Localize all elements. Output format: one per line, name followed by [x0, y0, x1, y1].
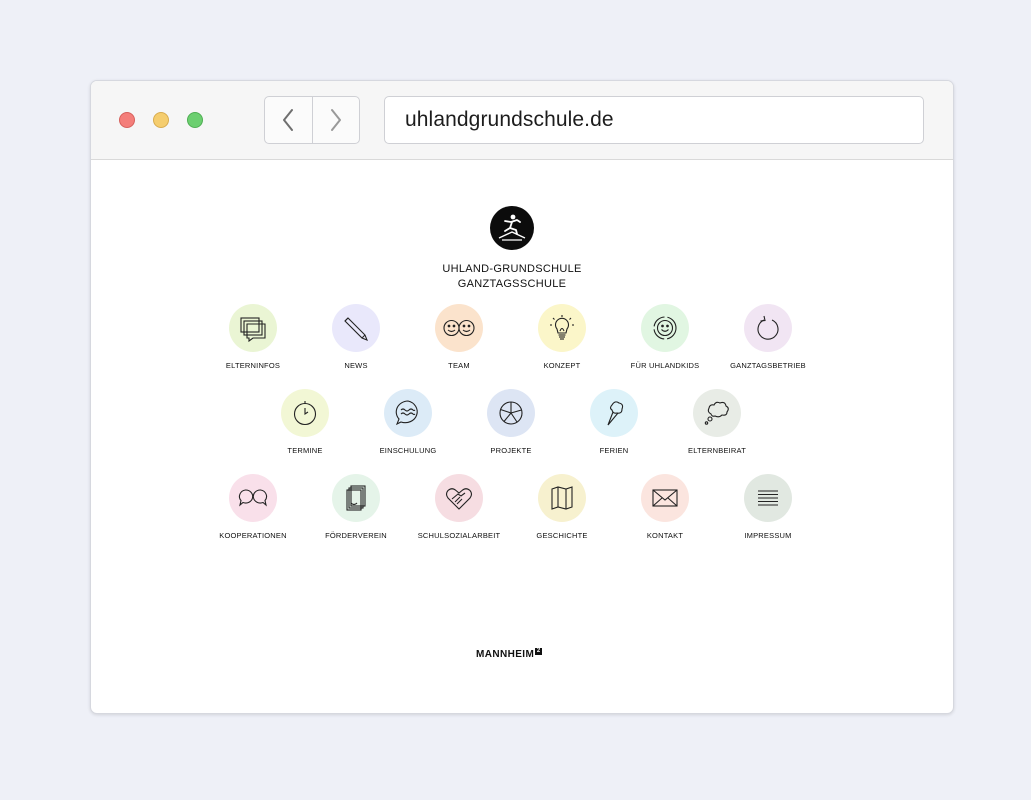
menu-item-circle	[384, 389, 432, 437]
mannheim-superscript: 2	[535, 648, 543, 655]
menu-item-circle	[332, 304, 380, 352]
menu-item-kooperationen[interactable]: KOOPERATIONEN	[193, 474, 313, 544]
chevron-left-icon	[283, 109, 294, 131]
menu-item-elternbeirat[interactable]: ELTERNBEIRAT	[657, 389, 777, 459]
menu-item-termine[interactable]: TERMINE	[245, 389, 365, 459]
menu-item-label: EINSCHULUNG	[379, 446, 437, 455]
minimize-window-button[interactable]	[153, 112, 169, 128]
school-logo[interactable]	[490, 206, 534, 250]
school-name: UHLAND-GRUNDSCHULE GANZTAGSSCHULE	[412, 262, 612, 292]
menu-item-circle	[281, 389, 329, 437]
menu-item-circle	[538, 474, 586, 522]
menu-item-geschichte[interactable]: GESCHICHTE	[502, 474, 622, 544]
menu-item-label: KONTAKT	[646, 531, 684, 540]
smiley-icon	[653, 316, 677, 340]
menu-item-news[interactable]: NEWS	[296, 304, 416, 374]
back-button[interactable]	[265, 97, 312, 143]
mannheim-logo[interactable]: MANNHEIM 2	[476, 648, 543, 660]
browser-toolbar: uhlandgrundschule.de	[91, 81, 953, 160]
menu-item-label: FÜR UHLANDKIDS	[630, 361, 700, 370]
dialog-bubbles-icon	[238, 489, 268, 507]
close-window-button[interactable]	[119, 112, 135, 128]
menu-item-label: TERMINE	[287, 446, 323, 455]
menu-item-ferien[interactable]: FERIEN	[554, 389, 674, 459]
map-icon	[551, 486, 573, 510]
menu-item-label: KOOPERATIONEN	[219, 531, 287, 540]
document-stack-icon	[346, 485, 366, 511]
refresh-circle-icon	[757, 315, 779, 340]
school-name-line1: UHLAND-GRUNDSCHULE	[442, 263, 582, 275]
menu-item-label: GANZTAGSBETRIEB	[730, 361, 806, 370]
pie-wheel-icon	[499, 401, 523, 425]
menu-item-elterninfos[interactable]: ELTERNINFOS	[193, 304, 313, 374]
menu-item-konzept[interactable]: KONZEPT	[502, 304, 622, 374]
menu-item-label: ELTERNBEIRAT	[688, 446, 746, 455]
menu-item-label: KONZEPT	[543, 361, 581, 370]
speech-bubble-icon	[395, 400, 418, 426]
menu-item-kontakt[interactable]: KONTAKT	[605, 474, 725, 544]
menu-item-circle	[744, 304, 792, 352]
menu-item-team[interactable]: TEAM	[399, 304, 519, 374]
menu-item-ganztagsbetrieb[interactable]: GANZTAGSBETRIEB	[708, 304, 828, 374]
menu-item-label: TEAM	[448, 361, 470, 370]
address-bar[interactable]: uhlandgrundschule.de	[384, 96, 924, 144]
menu-item-impressum[interactable]: IMPRESSUM	[708, 474, 828, 544]
clock-icon	[293, 401, 317, 426]
menu-item-circle	[641, 474, 689, 522]
menu-item-circle	[538, 304, 586, 352]
lines-icon	[758, 490, 778, 506]
menu-item-circle	[229, 304, 277, 352]
school-name-line2: GANZTAGSSCHULE	[457, 278, 567, 290]
menu-item-circle	[590, 389, 638, 437]
ice-cream-icon	[607, 401, 624, 426]
menu-item-einschulung[interactable]: EINSCHULUNG	[348, 389, 468, 459]
zoom-window-button[interactable]	[187, 112, 203, 128]
menu-item-label: ELTERNINFOS	[225, 361, 281, 370]
browser-window: uhlandgrundschule.de UHLAND-GRUNDSCHULE …	[90, 80, 954, 714]
menu-item-label: FERIEN	[599, 446, 629, 455]
chat-stack-icon	[240, 317, 266, 343]
menu-item-label: GESCHICHTE	[536, 531, 588, 540]
heart-hands-icon	[445, 488, 473, 510]
mannheim-text: MANNHEIM	[476, 649, 535, 660]
pencil-icon	[344, 317, 368, 341]
menu-item-circle	[332, 474, 380, 522]
menu-item-circle	[641, 304, 689, 352]
menu-item-schulsozialarbeit[interactable]: SCHULSOZIALARBEIT	[399, 474, 519, 544]
menu-item-label: NEWS	[344, 361, 368, 370]
menu-item-circle	[435, 304, 483, 352]
menu-item-circle	[229, 474, 277, 522]
navigation-buttons	[264, 96, 360, 144]
page-content: UHLAND-GRUNDSCHULE GANZTAGSSCHULE ELTERN…	[91, 160, 953, 713]
url-text: uhlandgrundschule.de	[405, 108, 614, 131]
menu-item-label: SCHULSOZIALARBEIT	[417, 531, 501, 540]
envelope-icon	[652, 489, 678, 507]
thought-bubble-icon	[704, 401, 729, 425]
menu-item-projekte[interactable]: PROJEKTE	[451, 389, 571, 459]
forward-button[interactable]	[311, 97, 360, 143]
school-logo-icon	[498, 214, 526, 241]
menu-item-label: IMPRESSUM	[744, 531, 792, 540]
menu-item-foerderverein[interactable]: FÖRDERVEREIN	[296, 474, 416, 544]
menu-item-label: FÖRDERVEREIN	[325, 531, 387, 540]
menu-item-circle	[435, 474, 483, 522]
menu-item-label: PROJEKTE	[490, 446, 532, 455]
two-faces-icon	[443, 319, 475, 337]
lightbulb-icon	[550, 315, 574, 340]
menu-item-circle	[693, 389, 741, 437]
menu-item-fuer-uhlandkids[interactable]: FÜR UHLANDKIDS	[605, 304, 725, 374]
menu-item-circle	[487, 389, 535, 437]
menu-item-circle	[744, 474, 792, 522]
chevron-right-icon	[330, 109, 341, 131]
